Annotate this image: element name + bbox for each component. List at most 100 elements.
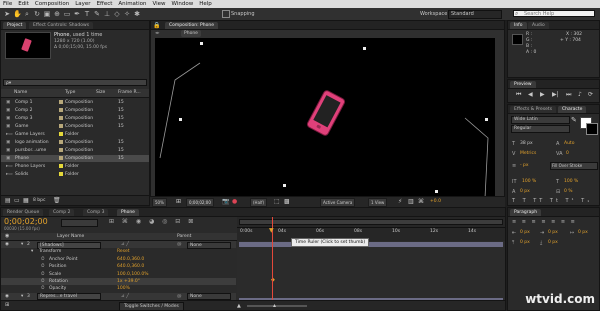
stroke-color-swatch[interactable] — [586, 123, 598, 135]
stroke-mode-dropdown[interactable]: Fill Over Stroke — [550, 162, 598, 170]
tab-composition-phone[interactable]: Composition: Phone — [165, 22, 218, 29]
horizontal-scale-value[interactable]: 100 % — [564, 179, 578, 184]
property-value[interactable]: 100.0,100.0% — [117, 271, 148, 278]
tab-paragraph[interactable]: Paragraph — [510, 209, 542, 216]
work-area-bar[interactable] — [239, 219, 503, 225]
property-value[interactable]: 640.0,360.0 — [117, 256, 144, 263]
twirl-arrow-icon[interactable]: ▾ — [31, 248, 33, 255]
indent-left-value[interactable]: 0 px — [520, 230, 530, 235]
next-frame-icon[interactable]: ▶| — [552, 91, 559, 98]
column-frame-rate[interactable]: Frame R... — [118, 89, 141, 97]
show-channel-icon[interactable]: ● — [232, 198, 237, 205]
transparency-grid-icon[interactable]: ▩ — [284, 198, 290, 205]
zoom-slider-thumb[interactable]: ▴ — [273, 302, 276, 309]
interpret-footage-icon[interactable]: ▤ — [5, 197, 11, 204]
menu-view[interactable]: View — [149, 0, 168, 8]
rectangle-tool-icon[interactable]: ▭ — [63, 10, 71, 18]
new-composition-icon[interactable]: ▦ — [23, 197, 29, 204]
indent-first-value[interactable]: 0 px — [578, 230, 588, 235]
project-item[interactable]: ▣ Comp 1 Composition 15 — [1, 99, 149, 106]
menu-edit[interactable]: Edit — [15, 0, 32, 8]
previous-frame-icon[interactable]: ◀ — [528, 91, 533, 98]
tab-info[interactable]: Info — [510, 22, 527, 29]
column-type[interactable]: Type — [65, 89, 75, 97]
hand-tool-icon[interactable]: ✋ — [13, 10, 22, 18]
bounding-handle-bottom[interactable] — [283, 184, 286, 187]
tab-comp-2[interactable]: Comp 2 — [49, 209, 75, 216]
project-item[interactable]: ▣ logo animation Composition 15 — [1, 139, 149, 146]
twirl-arrow-icon[interactable]: ▾ — [21, 293, 23, 300]
lock-icon[interactable]: 🔒 — [153, 22, 160, 29]
eyedropper-icon[interactable]: ✎ — [571, 116, 577, 124]
flowchart-view-icon[interactable]: ⌘ — [418, 198, 424, 205]
timeline-current-time[interactable]: 0;00;02;00 — [4, 217, 48, 226]
time-navigator[interactable]: 0:00s 04s 06s 08s 10s 12s 14s — [237, 217, 505, 241]
indent-right-value[interactable]: 0 px — [548, 230, 558, 235]
last-frame-icon[interactable]: ⏭ — [566, 91, 571, 99]
selection-tool-icon[interactable]: ➤ — [3, 10, 11, 18]
tab-comp-3[interactable]: Comp 3 — [83, 209, 109, 216]
property-row[interactable]: ⏱ Scale 100.0,100.0% — [1, 271, 236, 278]
stopwatch-icon[interactable]: ⏱ — [41, 285, 45, 292]
project-item[interactable]: ▸▭ Game Layers Folder — [1, 131, 149, 138]
property-row[interactable]: ⏱ Anchor Point 640.0,360.0 — [1, 256, 236, 263]
faux-style-buttons[interactable]: T T TT Tt T¹ T₁ — [512, 198, 592, 204]
layer-row[interactable]: ◉ ▾ 2 [Shadows] ⊿ ╱ @ None — [1, 241, 236, 249]
pan-behind-tool-icon[interactable]: ⊕ — [53, 10, 61, 18]
menu-file[interactable]: File — [0, 0, 15, 8]
tab-effects-presets[interactable]: Effects & Presets — [510, 106, 557, 113]
stopwatch-icon[interactable]: ⏱ — [41, 263, 45, 270]
tab-phone-timeline[interactable]: Phone — [117, 209, 139, 216]
property-row[interactable]: ⏱ Position 640.0,360.0 — [1, 263, 236, 270]
column-layer-name[interactable]: Layer Name — [57, 233, 84, 240]
vertical-scale-value[interactable]: 100 % — [522, 179, 536, 184]
font-family-dropdown[interactable]: Wide Latin — [511, 116, 570, 124]
property-group-value[interactable]: Reset — [117, 248, 130, 255]
menu-window[interactable]: Window — [169, 0, 197, 8]
exposure-value[interactable]: +0.0 — [430, 199, 441, 204]
tab-effect-controls[interactable]: Effect Controls: Shadows — [29, 22, 94, 29]
property-value[interactable]: 1x +39.0° — [117, 278, 140, 285]
rotate-tool-icon[interactable]: ↻ — [33, 10, 41, 18]
puppet-tool-icon[interactable]: ✱ — [133, 10, 141, 18]
tab-render-queue[interactable]: Render Queue — [3, 209, 44, 216]
column-size[interactable]: Size — [96, 89, 105, 97]
comp-sub-tab-phone[interactable]: Phone — [181, 30, 201, 37]
timeline-search-input[interactable] — [61, 219, 98, 227]
menu-effect[interactable]: Effect — [94, 0, 116, 8]
menu-animation[interactable]: Animation — [115, 0, 149, 8]
current-time-display[interactable]: 0;00;02;00 — [186, 198, 214, 207]
layer-switches-icon[interactable]: ⊿ ╱ — [121, 293, 129, 300]
snapshot-camera-icon[interactable]: 📷 — [222, 198, 229, 205]
project-item[interactable]: ▣ Comp 3 Composition 15 — [1, 115, 149, 122]
zoom-tool-icon[interactable]: ⌕ — [23, 10, 31, 18]
snapping-checkbox[interactable] — [222, 10, 230, 18]
bounding-handle-bottom-right[interactable] — [435, 190, 438, 193]
view-layout-dropdown[interactable]: 1 View — [368, 198, 388, 207]
audio-icon[interactable]: ♪ — [578, 91, 582, 98]
zoom-dropdown[interactable]: 50% — [152, 198, 167, 207]
menu-composition[interactable]: Composition — [32, 0, 72, 8]
region-of-interest-icon[interactable]: ⬚ — [274, 198, 280, 205]
bounding-handle-top[interactable] — [363, 47, 366, 50]
camera-view-dropdown[interactable]: Active Camera — [320, 198, 356, 207]
column-name[interactable]: Name — [14, 89, 27, 97]
brush-tool-icon[interactable]: ✎ — [93, 10, 101, 18]
space-after-value[interactable]: 0 px — [548, 240, 558, 245]
project-item[interactable]: ▣ pursbor...ume Composition 15 — [1, 147, 149, 154]
menu-layer[interactable]: Layer — [72, 0, 93, 8]
twirl-arrow-icon[interactable]: ▾ — [21, 241, 23, 248]
new-folder-icon[interactable]: ▭ — [14, 197, 20, 204]
property-row[interactable]: ▾ Transform Reset — [1, 248, 236, 255]
baseline-shift-value[interactable]: 0 px — [520, 189, 530, 194]
font-style-dropdown[interactable]: Regular — [511, 125, 570, 133]
project-item[interactable]: ▣ Game Composition 15 — [1, 123, 149, 130]
property-value[interactable]: 100% — [117, 285, 130, 292]
search-help-input[interactable]: Search Help — [513, 10, 595, 17]
stopwatch-icon[interactable]: ⏱ — [41, 256, 45, 263]
bounding-handle-left[interactable] — [179, 118, 182, 121]
play-icon[interactable]: ▶ — [540, 91, 545, 98]
project-item[interactable]: ▸▭ Phone Layers Folder — [1, 163, 149, 170]
project-item[interactable]: ▣ Phone Composition 15 — [1, 155, 149, 162]
roto-brush-tool-icon[interactable]: ✧ — [123, 10, 131, 18]
